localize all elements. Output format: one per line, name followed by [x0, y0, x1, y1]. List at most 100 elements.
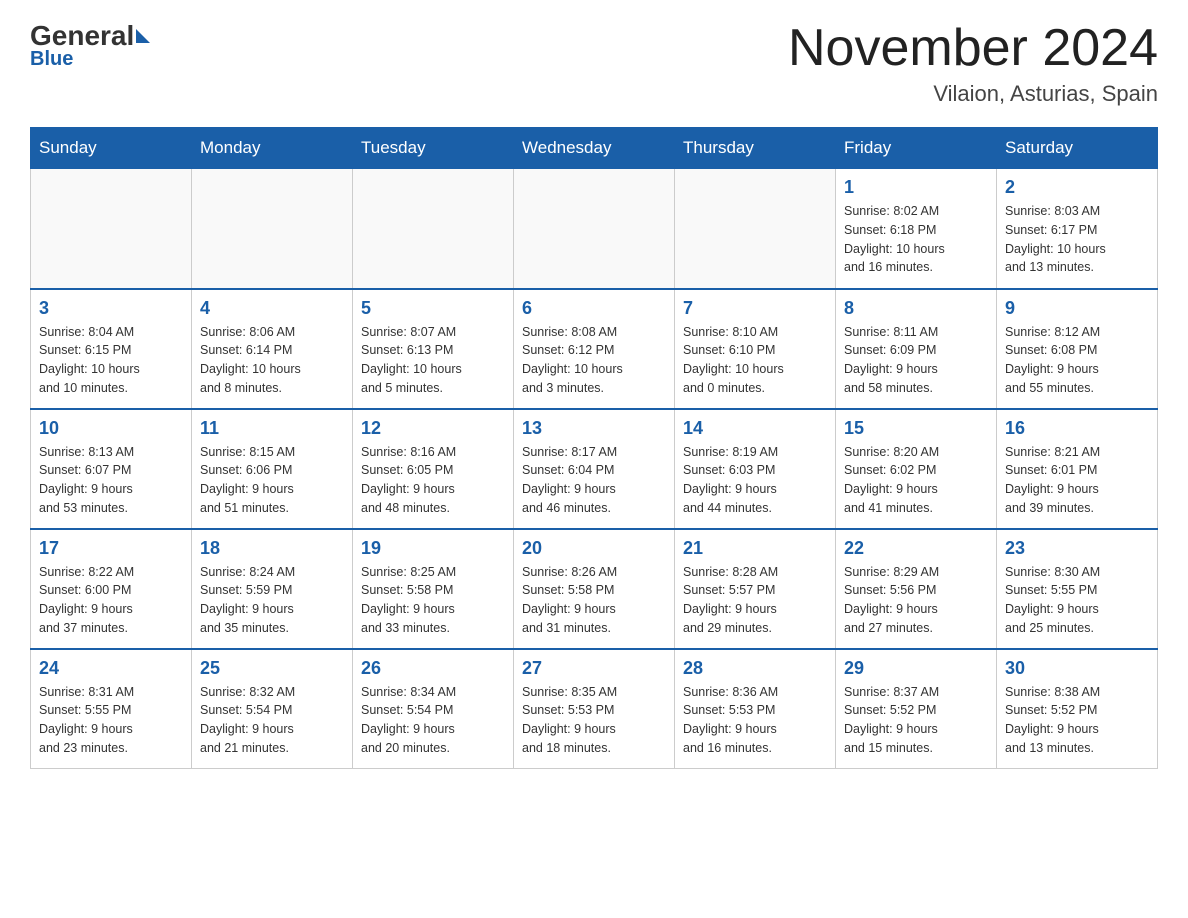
- day-info: Sunrise: 8:08 AM Sunset: 6:12 PM Dayligh…: [522, 323, 666, 398]
- day-info: Sunrise: 8:17 AM Sunset: 6:04 PM Dayligh…: [522, 443, 666, 518]
- day-of-week-header: Sunday: [31, 128, 192, 169]
- calendar-table: SundayMondayTuesdayWednesdayThursdayFrid…: [30, 127, 1158, 769]
- calendar-cell: 18 Sunrise: 8:24 AM Sunset: 5:59 PM Dayli…: [192, 529, 353, 649]
- day-of-week-header: Wednesday: [514, 128, 675, 169]
- day-number: 17: [39, 538, 183, 559]
- day-number: 24: [39, 658, 183, 679]
- calendar-cell: 19 Sunrise: 8:25 AM Sunset: 5:58 PM Dayli…: [353, 529, 514, 649]
- calendar-cell: 15 Sunrise: 8:20 AM Sunset: 6:02 PM Dayli…: [836, 409, 997, 529]
- day-info: Sunrise: 8:03 AM Sunset: 6:17 PM Dayligh…: [1005, 202, 1149, 277]
- calendar-cell: 2 Sunrise: 8:03 AM Sunset: 6:17 PM Daylig…: [997, 169, 1158, 289]
- calendar-cell: 6 Sunrise: 8:08 AM Sunset: 6:12 PM Daylig…: [514, 289, 675, 409]
- day-info: Sunrise: 8:34 AM Sunset: 5:54 PM Dayligh…: [361, 683, 505, 758]
- calendar-week-row: 17 Sunrise: 8:22 AM Sunset: 6:00 PM Dayli…: [31, 529, 1158, 649]
- logo-arrow-icon: [136, 29, 150, 43]
- day-info: Sunrise: 8:06 AM Sunset: 6:14 PM Dayligh…: [200, 323, 344, 398]
- calendar-cell: 21Sunrise: 8:28 AM Sunset: 5:57 PM Dayli…: [675, 529, 836, 649]
- calendar-cell: 10Sunrise: 8:13 AM Sunset: 6:07 PM Dayli…: [31, 409, 192, 529]
- day-number: 23: [1005, 538, 1149, 559]
- calendar-cell: 16 Sunrise: 8:21 AM Sunset: 6:01 PM Dayli…: [997, 409, 1158, 529]
- day-number: 9: [1005, 298, 1149, 319]
- day-info: Sunrise: 8:37 AM Sunset: 5:52 PM Dayligh…: [844, 683, 988, 758]
- day-info: Sunrise: 8:36 AM Sunset: 5:53 PM Dayligh…: [683, 683, 827, 758]
- logo-blue-text: Blue: [30, 48, 73, 71]
- calendar-header-row: SundayMondayTuesdayWednesdayThursdayFrid…: [31, 128, 1158, 169]
- day-number: 11: [200, 418, 344, 439]
- day-number: 22: [844, 538, 988, 559]
- day-number: 30: [1005, 658, 1149, 679]
- calendar-cell: [31, 169, 192, 289]
- day-info: Sunrise: 8:38 AM Sunset: 5:52 PM Dayligh…: [1005, 683, 1149, 758]
- calendar-cell: 17 Sunrise: 8:22 AM Sunset: 6:00 PM Dayli…: [31, 529, 192, 649]
- title-area: November 2024 Vilaion, Asturias, Spain: [788, 20, 1158, 107]
- day-number: 2: [1005, 177, 1149, 198]
- calendar-week-row: 1Sunrise: 8:02 AM Sunset: 6:18 PM Daylig…: [31, 169, 1158, 289]
- day-number: 18: [200, 538, 344, 559]
- day-info: Sunrise: 8:15 AM Sunset: 6:06 PM Dayligh…: [200, 443, 344, 518]
- day-info: Sunrise: 8:20 AM Sunset: 6:02 PM Dayligh…: [844, 443, 988, 518]
- day-info: Sunrise: 8:04 AM Sunset: 6:15 PM Dayligh…: [39, 323, 183, 398]
- day-number: 8: [844, 298, 988, 319]
- day-info: Sunrise: 8:13 AM Sunset: 6:07 PM Dayligh…: [39, 443, 183, 518]
- calendar-cell: [514, 169, 675, 289]
- day-number: 6: [522, 298, 666, 319]
- calendar-cell: 22Sunrise: 8:29 AM Sunset: 5:56 PM Dayli…: [836, 529, 997, 649]
- calendar-cell: 14 Sunrise: 8:19 AM Sunset: 6:03 PM Dayli…: [675, 409, 836, 529]
- calendar-cell: 11 Sunrise: 8:15 AM Sunset: 6:06 PM Dayli…: [192, 409, 353, 529]
- page-header: General Blue November 2024 Vilaion, Astu…: [30, 20, 1158, 107]
- calendar-cell: [192, 169, 353, 289]
- calendar-cell: 26 Sunrise: 8:34 AM Sunset: 5:54 PM Dayli…: [353, 649, 514, 769]
- day-info: Sunrise: 8:25 AM Sunset: 5:58 PM Dayligh…: [361, 563, 505, 638]
- calendar-cell: 24 Sunrise: 8:31 AM Sunset: 5:55 PM Dayli…: [31, 649, 192, 769]
- day-info: Sunrise: 8:31 AM Sunset: 5:55 PM Dayligh…: [39, 683, 183, 758]
- day-number: 3: [39, 298, 183, 319]
- day-number: 13: [522, 418, 666, 439]
- calendar-cell: 25 Sunrise: 8:32 AM Sunset: 5:54 PM Dayli…: [192, 649, 353, 769]
- logo: General Blue: [30, 20, 152, 71]
- day-info: Sunrise: 8:26 AM Sunset: 5:58 PM Dayligh…: [522, 563, 666, 638]
- calendar-cell: [353, 169, 514, 289]
- day-number: 16: [1005, 418, 1149, 439]
- calendar-cell: [675, 169, 836, 289]
- day-of-week-header: Saturday: [997, 128, 1158, 169]
- day-number: 19: [361, 538, 505, 559]
- day-number: 21: [683, 538, 827, 559]
- day-of-week-header: Monday: [192, 128, 353, 169]
- day-info: Sunrise: 8:22 AM Sunset: 6:00 PM Dayligh…: [39, 563, 183, 638]
- day-number: 15: [844, 418, 988, 439]
- calendar-cell: 13 Sunrise: 8:17 AM Sunset: 6:04 PM Dayli…: [514, 409, 675, 529]
- calendar-cell: 8Sunrise: 8:11 AM Sunset: 6:09 PM Daylig…: [836, 289, 997, 409]
- calendar-cell: 28 Sunrise: 8:36 AM Sunset: 5:53 PM Dayli…: [675, 649, 836, 769]
- day-number: 26: [361, 658, 505, 679]
- calendar-cell: 29 Sunrise: 8:37 AM Sunset: 5:52 PM Dayli…: [836, 649, 997, 769]
- day-info: Sunrise: 8:24 AM Sunset: 5:59 PM Dayligh…: [200, 563, 344, 638]
- day-number: 12: [361, 418, 505, 439]
- calendar-week-row: 24 Sunrise: 8:31 AM Sunset: 5:55 PM Dayli…: [31, 649, 1158, 769]
- day-info: Sunrise: 8:35 AM Sunset: 5:53 PM Dayligh…: [522, 683, 666, 758]
- calendar-cell: 20 Sunrise: 8:26 AM Sunset: 5:58 PM Dayli…: [514, 529, 675, 649]
- month-title: November 2024: [788, 20, 1158, 77]
- day-info: Sunrise: 8:02 AM Sunset: 6:18 PM Dayligh…: [844, 202, 988, 277]
- day-number: 28: [683, 658, 827, 679]
- calendar-cell: 23 Sunrise: 8:30 AM Sunset: 5:55 PM Dayli…: [997, 529, 1158, 649]
- day-number: 29: [844, 658, 988, 679]
- day-number: 25: [200, 658, 344, 679]
- day-info: Sunrise: 8:19 AM Sunset: 6:03 PM Dayligh…: [683, 443, 827, 518]
- day-number: 4: [200, 298, 344, 319]
- day-info: Sunrise: 8:32 AM Sunset: 5:54 PM Dayligh…: [200, 683, 344, 758]
- calendar-cell: 5 Sunrise: 8:07 AM Sunset: 6:13 PM Daylig…: [353, 289, 514, 409]
- day-info: Sunrise: 8:30 AM Sunset: 5:55 PM Dayligh…: [1005, 563, 1149, 638]
- day-of-week-header: Tuesday: [353, 128, 514, 169]
- day-info: Sunrise: 8:16 AM Sunset: 6:05 PM Dayligh…: [361, 443, 505, 518]
- day-number: 20: [522, 538, 666, 559]
- day-info: Sunrise: 8:21 AM Sunset: 6:01 PM Dayligh…: [1005, 443, 1149, 518]
- calendar-cell: 12 Sunrise: 8:16 AM Sunset: 6:05 PM Dayli…: [353, 409, 514, 529]
- day-info: Sunrise: 8:07 AM Sunset: 6:13 PM Dayligh…: [361, 323, 505, 398]
- day-number: 14: [683, 418, 827, 439]
- day-of-week-header: Friday: [836, 128, 997, 169]
- calendar-cell: 27Sunrise: 8:35 AM Sunset: 5:53 PM Dayli…: [514, 649, 675, 769]
- calendar-cell: 1Sunrise: 8:02 AM Sunset: 6:18 PM Daylig…: [836, 169, 997, 289]
- day-number: 5: [361, 298, 505, 319]
- day-number: 7: [683, 298, 827, 319]
- calendar-cell: 4 Sunrise: 8:06 AM Sunset: 6:14 PM Daylig…: [192, 289, 353, 409]
